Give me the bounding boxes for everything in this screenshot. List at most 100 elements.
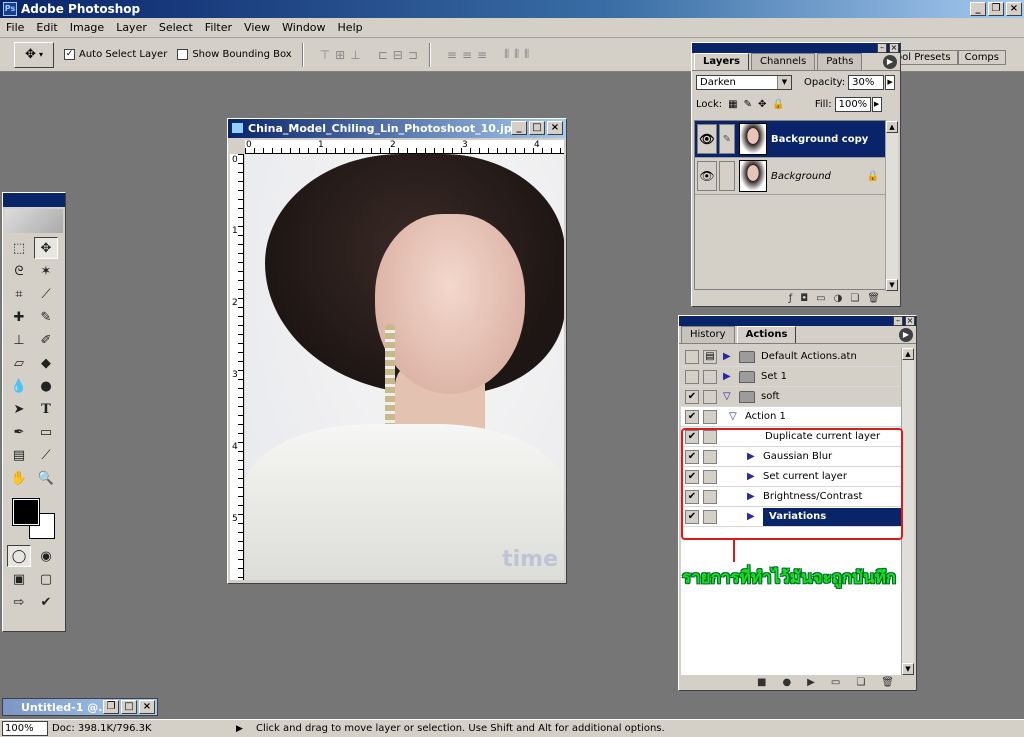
doc-minimize-button[interactable]: _ [511, 121, 527, 135]
screen-mode-standard-icon[interactable]: ▣ [7, 568, 31, 590]
menu-image[interactable]: Image [64, 21, 110, 34]
dialog-toggle-icon[interactable] [703, 409, 717, 424]
type-tool-icon[interactable]: T [34, 398, 58, 420]
menu-edit[interactable]: Edit [30, 21, 63, 34]
crop-tool-icon[interactable]: ⌗ [7, 283, 31, 305]
clone-stamp-tool-icon[interactable]: ⊥ [7, 329, 31, 351]
foreground-color-swatch[interactable] [12, 498, 40, 526]
fill-slider-arrow-icon[interactable]: ▶ [871, 96, 882, 112]
new-action-icon[interactable]: ❏ [856, 677, 865, 688]
close-button[interactable]: × [1006, 2, 1022, 16]
document-title-bar[interactable]: China_Model_Chiling_Lin_Photoshoot_10.jp… [228, 119, 566, 138]
layer-row-background[interactable]: 👁 Background 🔒 [695, 158, 885, 195]
fill-input[interactable]: 100% [834, 96, 871, 112]
panel-title-bar[interactable]: – × [692, 43, 900, 53]
jump-to-imageready-icon[interactable]: ⇨ [7, 591, 31, 613]
minimized-document[interactable]: Untitled-1 @... ❐ □ × [2, 698, 158, 716]
menu-layer[interactable]: Layer [110, 21, 153, 34]
screen-mode-full-icon[interactable]: ▢ [34, 568, 58, 590]
menu-select[interactable]: Select [153, 21, 199, 34]
tab-history[interactable]: History [681, 326, 735, 343]
expand-triangle-icon[interactable]: ▶ [723, 371, 733, 382]
scroll-up-icon[interactable]: ▲ [886, 121, 898, 133]
distribute-bottom-icon[interactable]: ≡ [477, 48, 488, 62]
distribute-vcenter-icon[interactable]: ≡ [462, 48, 473, 62]
check-icon[interactable]: ✔ [685, 409, 699, 424]
tab-layers[interactable]: Layers [694, 53, 749, 70]
action-set-row[interactable]: ▶ Set 1 [681, 367, 901, 387]
align-right-icon[interactable]: ⊐ [408, 48, 419, 62]
edit-check-icon[interactable]: ✔ [34, 591, 58, 613]
action-set-row[interactable]: ▤ ▶ Default Actions.atn [681, 347, 901, 367]
slice-tool-icon[interactable]: ⟋ [34, 283, 58, 305]
hand-tool-icon[interactable]: ✋ [7, 467, 31, 489]
doc-maximize-button[interactable]: □ [529, 121, 545, 135]
distribute-hcenter-icon[interactable]: ⫴ [514, 47, 520, 62]
distribute-left-icon[interactable]: ⫴ [504, 47, 510, 62]
magic-wand-tool-icon[interactable]: ✶ [34, 260, 58, 282]
adjustment-layer-icon[interactable]: ◑ [834, 293, 843, 304]
show-bounding-box-checkbox[interactable]: Show Bounding Box [177, 49, 292, 60]
collapse-triangle-icon[interactable]: ▽ [723, 391, 733, 402]
check-icon[interactable]: ✔ [685, 389, 699, 404]
trash-icon[interactable]: 🗑 [881, 677, 894, 688]
close-button[interactable]: × [139, 700, 155, 714]
panel-minimize-button[interactable]: – [893, 316, 903, 326]
layers-scrollbar[interactable]: ▲ ▼ [885, 121, 898, 291]
move-tool-icon[interactable]: ✥ [34, 237, 58, 259]
dialog-toggle-icon[interactable]: ▤ [703, 349, 717, 364]
notes-tool-icon[interactable]: ▤ [7, 444, 31, 466]
toolbox-title-bar[interactable] [3, 193, 65, 207]
minimize-button[interactable]: _ [970, 2, 986, 16]
menu-window[interactable]: Window [276, 21, 331, 34]
lock-all-icon[interactable]: 🔒 [772, 99, 784, 110]
align-top-icon[interactable]: ⊤ [320, 48, 331, 62]
document-canvas[interactable]: time [245, 154, 564, 580]
standard-mode-icon[interactable]: ◯ [7, 545, 31, 567]
align-vcenter-icon[interactable]: ⊞ [335, 48, 346, 62]
zoom-field[interactable]: 100% [2, 721, 48, 736]
panel-menu-arrow-icon[interactable]: ▶ [883, 55, 897, 69]
layer-style-icon[interactable]: ƒ [789, 293, 793, 304]
menu-file[interactable]: File [0, 21, 30, 34]
rectangle-tool-icon[interactable]: ▭ [34, 421, 58, 443]
status-menu-arrow-icon[interactable]: ▶ [236, 724, 250, 734]
lock-position-icon[interactable]: ✥ [758, 99, 766, 110]
align-hcenter-icon[interactable]: ⊟ [393, 48, 404, 62]
opacity-input[interactable]: 30% [848, 74, 885, 90]
new-set-icon[interactable]: ▭ [831, 677, 840, 688]
pen-tool-icon[interactable]: ✒ [7, 421, 31, 443]
tab-channels[interactable]: Channels [751, 53, 816, 70]
expand-triangle-icon[interactable]: ▶ [723, 351, 733, 362]
record-icon[interactable]: ● [782, 677, 791, 688]
layer-mask-icon[interactable]: ◘ [800, 293, 808, 304]
align-left-icon[interactable]: ⊏ [378, 48, 389, 62]
menu-filter[interactable]: Filter [199, 21, 238, 34]
dodge-tool-icon[interactable]: ● [34, 375, 58, 397]
collapse-triangle-icon[interactable]: ▽ [729, 411, 739, 422]
toggle-item-icon[interactable] [685, 349, 699, 364]
panel-title-bar[interactable]: – × [679, 316, 916, 326]
lasso-tool-icon[interactable]: ᘓ [7, 260, 31, 282]
doc-close-button[interactable]: × [547, 121, 563, 135]
distribute-top-icon[interactable]: ≡ [447, 48, 458, 62]
brush-tool-icon[interactable]: ✎ [34, 306, 58, 328]
palette-tab-comps[interactable]: Comps [957, 50, 1006, 65]
zoom-tool-icon[interactable]: 🔍 [34, 467, 58, 489]
blur-tool-icon[interactable]: 💧 [7, 375, 31, 397]
restore-button[interactable]: ❐ [103, 700, 119, 714]
opacity-slider-arrow-icon[interactable]: ▶ [885, 74, 896, 90]
trash-icon[interactable]: 🗑 [867, 293, 880, 304]
lock-image-icon[interactable]: ✎ [744, 99, 752, 110]
menu-help[interactable]: Help [332, 21, 369, 34]
dialog-toggle-icon[interactable] [703, 389, 717, 404]
brush-link-icon[interactable]: ✎ [719, 124, 735, 154]
eraser-tool-icon[interactable]: ▱ [7, 352, 31, 374]
paint-bucket-tool-icon[interactable]: ◆ [34, 352, 58, 374]
quick-mask-mode-icon[interactable]: ◉ [34, 545, 58, 567]
align-bottom-icon[interactable]: ⊥ [350, 48, 361, 62]
panel-close-button[interactable]: × [889, 43, 899, 53]
restore-button[interactable]: ❐ [988, 2, 1004, 16]
eyedropper-tool-icon[interactable]: ⟋ [34, 444, 58, 466]
panel-menu-arrow-icon[interactable]: ▶ [899, 328, 913, 342]
